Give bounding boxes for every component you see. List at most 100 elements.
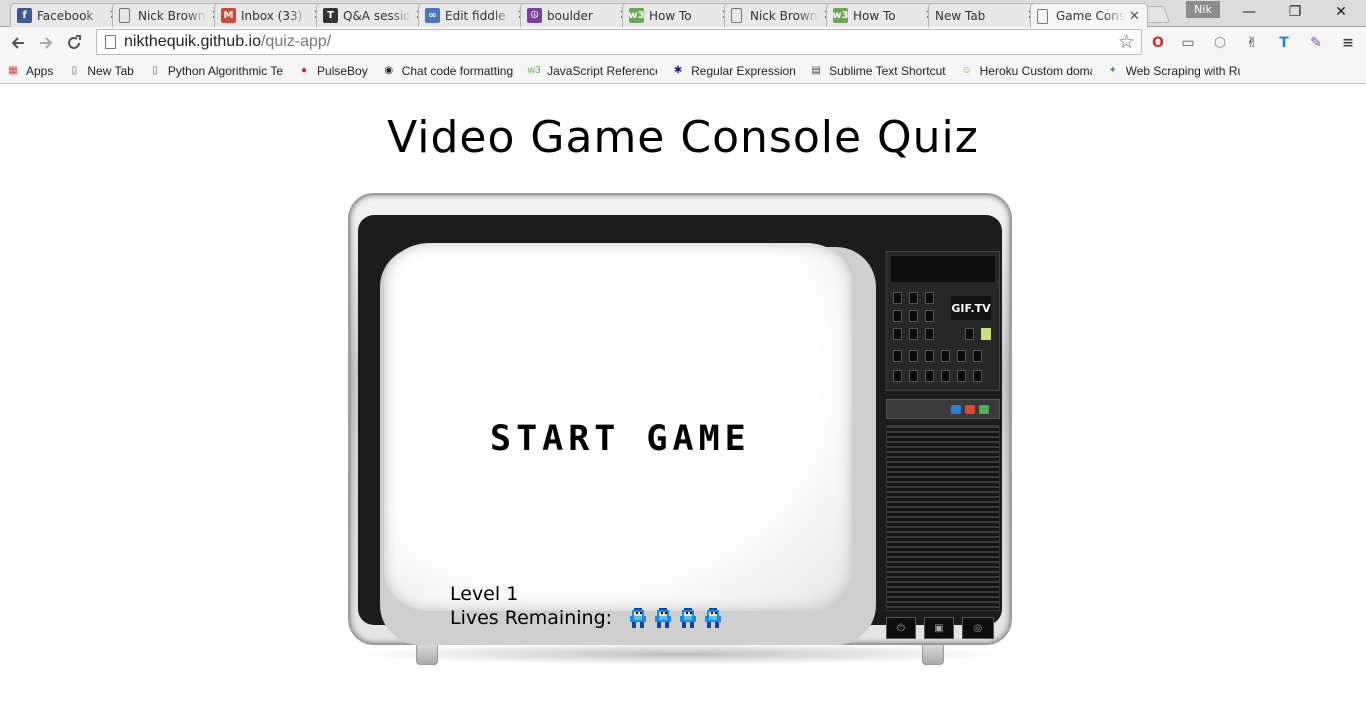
tab-close-icon[interactable]: ✕ xyxy=(1129,10,1141,23)
page-info-icon[interactable] xyxy=(105,35,116,49)
thinkful-extension-icon[interactable]: T xyxy=(1274,33,1294,53)
tv-indicator-bar xyxy=(886,399,1000,419)
browser-tab[interactable]: w3How To✕ xyxy=(826,3,944,27)
tv-knob xyxy=(965,328,974,340)
tv-knob xyxy=(957,350,966,362)
reload-button[interactable] xyxy=(62,31,86,55)
tab-label: How To xyxy=(853,8,896,23)
tv-knob xyxy=(973,370,982,382)
tv-knob xyxy=(925,328,934,340)
minimize-button[interactable]: — xyxy=(1226,0,1272,24)
tv-knob xyxy=(941,370,950,382)
peace-extension-icon[interactable]: ✌ xyxy=(1242,33,1262,53)
bookmark-label: New Tab xyxy=(87,63,134,78)
indicator-light-red xyxy=(965,405,975,414)
regex-icon: ✱ xyxy=(673,65,683,76)
back-arrow-icon xyxy=(11,37,24,49)
tv-knob xyxy=(893,292,902,304)
tv-mode-button: ▣ xyxy=(924,617,954,639)
smiley-icon: ☺ xyxy=(961,65,972,76)
page-icon: ▯ xyxy=(71,65,78,76)
reload-icon xyxy=(68,35,81,49)
browser-tab[interactable]: TQ&A session✕ xyxy=(316,3,434,27)
tv-foot-right xyxy=(922,643,944,665)
bookmark-item[interactable]: ☺ Heroku Custom doma xyxy=(960,64,1092,78)
page-icon xyxy=(731,8,742,23)
profile-chip[interactable]: Nik xyxy=(1186,1,1220,18)
browser-tab[interactable]: ∞Edit fiddle✕ xyxy=(418,3,536,27)
browser-tab[interactable]: Nick Brown✕ xyxy=(112,3,230,27)
opera-extension-icon[interactable]: O xyxy=(1148,33,1168,53)
tv-green-button xyxy=(981,328,991,340)
tv-knob xyxy=(909,328,918,340)
browser-tab[interactable]: w3How To✕ xyxy=(622,3,740,27)
back-button[interactable] xyxy=(6,31,30,55)
tab-label: Facebook xyxy=(37,8,94,23)
tv-brand-badge: GIF.TV xyxy=(951,296,991,320)
bookmark-item[interactable]: w3 JavaScript Reference xyxy=(527,64,657,78)
tv-knob xyxy=(909,350,918,362)
peace-icon: ☮ xyxy=(527,8,542,23)
bookmark-label: Apps xyxy=(26,63,54,78)
bookmark-star-icon[interactable]: ☆ xyxy=(1118,31,1135,54)
tv-knob xyxy=(893,328,902,340)
tv-speaker-grille xyxy=(886,425,1000,611)
megaman-icon xyxy=(705,608,722,628)
bookmark-item[interactable]: ● PulseBoy xyxy=(297,64,368,78)
w3-icon: w3 xyxy=(527,65,541,76)
browser-tab[interactable]: Nick Brown✕ xyxy=(724,3,842,27)
browser-tab[interactable]: ☮boulder✕ xyxy=(520,3,638,27)
tv-antenna-jack: ◎ xyxy=(962,617,994,639)
browser-toolbar: nikthequik.github.io/quiz-app/ ☆ O ▭ ⬡ ✌… xyxy=(0,27,1366,58)
megaman-icon xyxy=(655,608,672,628)
lives-remaining: Lives Remaining: xyxy=(450,607,728,629)
pulseboy-icon: ● xyxy=(300,65,308,76)
window-close-button[interactable]: ✕ xyxy=(1318,0,1364,24)
tv-knob xyxy=(973,350,982,362)
tab-label: Nick Brown xyxy=(750,8,818,23)
megaman-icon xyxy=(630,608,647,628)
sublime-icon: ▤ xyxy=(811,65,821,76)
tab-label: Edit fiddle xyxy=(445,8,506,23)
forward-button[interactable] xyxy=(34,31,58,55)
chrome-menu-icon[interactable]: ≡ xyxy=(1338,33,1358,53)
channel-display xyxy=(891,256,995,282)
bookmark-label: JavaScript Reference xyxy=(547,63,658,78)
github-icon: ◉ xyxy=(384,65,394,76)
bookmark-label: Regular Expressions xyxy=(691,63,796,78)
bookmark-item[interactable]: ▯ New Tab xyxy=(67,63,134,78)
bookmark-label: Sublime Text Shortcut xyxy=(829,63,946,78)
browser-tab[interactable]: Game Console ✕ xyxy=(1030,3,1148,28)
facebook-icon: f xyxy=(17,8,32,23)
tv-foot-left xyxy=(416,643,438,665)
bookmark-item[interactable]: ▯ Python Algorithmic Te xyxy=(148,64,283,78)
cube-extension-icon[interactable]: ⬡ xyxy=(1210,33,1230,53)
browser-tab[interactable]: fFacebook✕ xyxy=(10,3,128,27)
cast-icon[interactable]: ▭ xyxy=(1178,33,1198,53)
indicator-light-blue xyxy=(951,405,961,414)
browser-tab[interactable]: New Tab✕ xyxy=(928,3,1046,27)
browser-tab[interactable]: MInbox (33)✕ xyxy=(214,3,332,27)
tab-label: Q&A session xyxy=(343,8,411,23)
bookmark-item[interactable]: ▦ Apps xyxy=(6,64,53,78)
tv-control-panel: GIF.TV xyxy=(886,251,1000,391)
address-bar[interactable]: nikthequik.github.io/quiz-app/ ☆ xyxy=(96,29,1142,55)
restore-button[interactable]: ❐ xyxy=(1272,0,1318,24)
bookmark-item[interactable]: ✱ Regular Expressions xyxy=(671,64,795,78)
tv-knob xyxy=(893,350,902,362)
tv-knob xyxy=(909,292,918,304)
quill-extension-icon[interactable]: ✎ xyxy=(1306,33,1326,53)
browser-tab-strip: fFacebook✕Nick Brown✕MInbox (33)✕TQ&A se… xyxy=(0,0,1366,28)
bookmark-item[interactable]: ✦ Web Scraping with Ru xyxy=(1106,63,1240,78)
bookmark-item[interactable]: ▤ Sublime Text Shortcut xyxy=(809,63,946,78)
page-title: Video Game Console Quiz xyxy=(387,112,979,163)
bookmarks-bar: ▦ Apps ▯ New Tab ▯ Python Algorithmic Te ● Puls… xyxy=(0,58,1366,84)
url-path: /quiz-app/ xyxy=(260,33,332,50)
tv-shadow xyxy=(358,643,1002,665)
tv-knob xyxy=(925,350,934,362)
tv-screen: START GAME Level 1 Lives Remaining: xyxy=(384,243,852,629)
bookmark-item[interactable]: ◉ Chat code formatting xyxy=(382,64,513,78)
bookmark-label: Web Scraping with Ru xyxy=(1125,63,1240,78)
level-indicator: Level 1 xyxy=(450,583,519,605)
start-game-button[interactable]: START GAME xyxy=(490,419,810,459)
